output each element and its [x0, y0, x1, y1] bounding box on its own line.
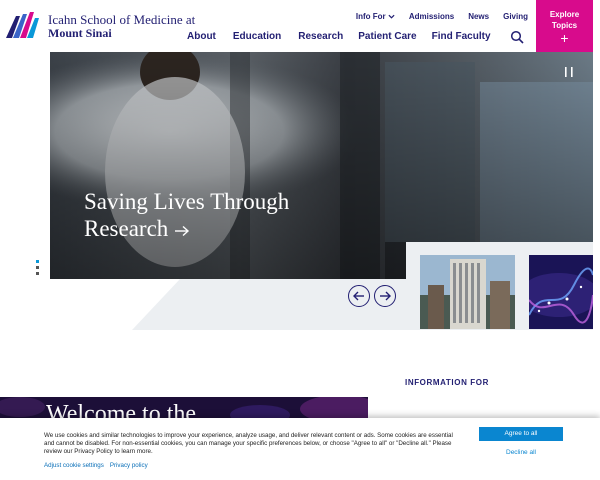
- arrow-right-icon: [175, 225, 190, 236]
- explore-topics-button[interactable]: Explore Topics +: [536, 0, 593, 52]
- chevron-down-icon: [388, 15, 395, 20]
- giving-link[interactable]: Giving: [503, 12, 528, 21]
- thumbnail-building-image[interactable]: [420, 255, 515, 329]
- nav-about[interactable]: About: [187, 31, 216, 42]
- news-link[interactable]: News: [468, 12, 489, 21]
- site-logo[interactable]: Icahn School of Medicine at Mount Sinai: [6, 10, 196, 40]
- hero-headline-link[interactable]: Saving Lives Through Research: [84, 188, 289, 242]
- utility-nav: Info For Admissions News Giving: [356, 12, 528, 21]
- nav-find-faculty[interactable]: Find Faculty: [432, 31, 491, 42]
- arrow-right-icon: [380, 291, 391, 301]
- carousel-prev-button[interactable]: [348, 285, 370, 307]
- cookie-message: We use cookies and similar technologies …: [44, 432, 453, 455]
- search-icon[interactable]: [510, 30, 524, 44]
- agree-to-all-button[interactable]: Agree to all: [479, 427, 563, 441]
- explore-label-line1: Explore: [549, 10, 580, 19]
- nav-research[interactable]: Research: [298, 31, 343, 42]
- pause-icon[interactable]: [564, 66, 574, 78]
- carousel-dot[interactable]: [36, 260, 39, 263]
- arrow-left-icon: [353, 291, 364, 301]
- main-nav: About Education Research Patient Care Fi…: [187, 31, 491, 42]
- carousel-dot[interactable]: [36, 272, 39, 275]
- logo-mark-icon: [6, 12, 39, 38]
- carousel-dot[interactable]: [36, 266, 39, 269]
- plus-icon: +: [560, 30, 569, 46]
- decline-all-button[interactable]: Decline all: [479, 447, 563, 459]
- thumbnail-dna-image[interactable]: [529, 255, 593, 329]
- nav-patient-care[interactable]: Patient Care: [358, 31, 416, 42]
- hero-headline-line1: Saving Lives Through: [84, 189, 290, 214]
- info-for-label: Info For: [355, 12, 386, 21]
- admissions-link[interactable]: Admissions: [409, 12, 454, 21]
- information-for-heading: INFORMATION FOR: [405, 378, 489, 387]
- adjust-cookie-settings-link[interactable]: Adjust cookie settings: [44, 462, 104, 469]
- carousel-pagination: [36, 260, 40, 280]
- carousel-next-button[interactable]: [374, 285, 396, 307]
- page: Icahn School of Medicine at Mount Sinai …: [0, 0, 600, 480]
- privacy-policy-link[interactable]: Privacy policy: [110, 462, 148, 469]
- nav-education[interactable]: Education: [233, 31, 281, 42]
- info-for-menu[interactable]: Info For: [356, 12, 395, 21]
- hero-headline-line2: Research: [84, 216, 169, 241]
- cookie-links: Adjust cookie settings Privacy policy: [44, 462, 148, 469]
- site-header: Icahn School of Medicine at Mount Sinai …: [0, 0, 600, 52]
- logo-text-line2: Mount Sinai: [48, 26, 112, 40]
